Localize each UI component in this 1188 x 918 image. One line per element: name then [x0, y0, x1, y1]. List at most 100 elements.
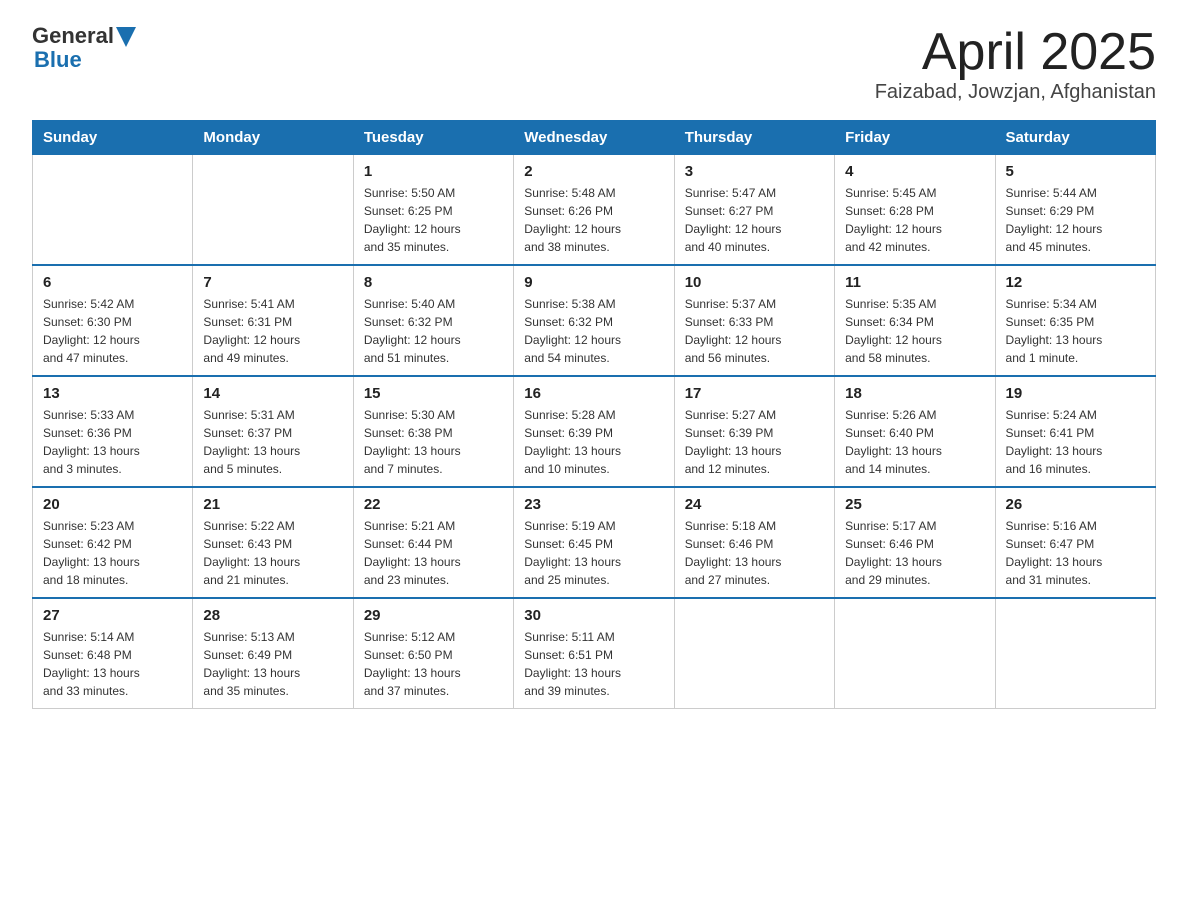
calendar-cell: 23 Sunrise: 5:19 AM Sunset: 6:45 PM Dayli…: [514, 487, 674, 598]
day-info: Sunrise: 5:24 AM Sunset: 6:41 PM Dayligh…: [1006, 406, 1145, 478]
calendar-cell: 18 Sunrise: 5:26 AM Sunset: 6:40 PM Dayli…: [835, 376, 995, 487]
calendar-week-row: 1 Sunrise: 5:50 AM Sunset: 6:25 PM Daylig…: [33, 155, 1156, 266]
calendar-cell: 27Sunrise: 5:14 AM Sunset: 6:48 PM Dayli…: [33, 598, 193, 709]
day-number: 17: [685, 385, 824, 402]
day-info: Sunrise: 5:12 AM Sunset: 6:50 PM Dayligh…: [364, 628, 503, 700]
calendar-cell: 8Sunrise: 5:40 AM Sunset: 6:32 PM Daylig…: [353, 265, 513, 376]
day-info: Sunrise: 5:38 AM Sunset: 6:32 PM Dayligh…: [524, 295, 663, 367]
calendar-cell: [674, 598, 834, 709]
weekday-header-friday: Friday: [835, 121, 995, 155]
day-info: Sunrise: 5:22 AM Sunset: 6:43 PM Dayligh…: [203, 517, 342, 589]
day-info: Sunrise: 5:21 AM Sunset: 6:44 PM Dayligh…: [364, 517, 503, 589]
day-number: 29: [364, 607, 503, 624]
weekday-header-monday: Monday: [193, 121, 353, 155]
day-info: Sunrise: 5:27 AM Sunset: 6:39 PM Dayligh…: [685, 406, 824, 478]
day-info: Sunrise: 5:11 AM Sunset: 6:51 PM Dayligh…: [524, 628, 663, 700]
weekday-header-sunday: Sunday: [33, 121, 193, 155]
day-number: 7: [203, 274, 342, 291]
calendar-cell: 7 Sunrise: 5:41 AM Sunset: 6:31 PM Daylig…: [193, 265, 353, 376]
calendar-table: SundayMondayTuesdayWednesdayThursdayFrid…: [32, 120, 1156, 709]
calendar-week-row: 13 Sunrise: 5:33 AM Sunset: 6:36 PM Dayli…: [33, 376, 1156, 487]
day-number: 6: [43, 274, 182, 291]
day-number: 2: [524, 163, 663, 180]
calendar-cell: 16 Sunrise: 5:28 AM Sunset: 6:39 PM Dayli…: [514, 376, 674, 487]
weekday-header-wednesday: Wednesday: [514, 121, 674, 155]
day-number: 12: [1006, 274, 1145, 291]
day-info: Sunrise: 5:47 AM Sunset: 6:27 PM Dayligh…: [685, 184, 824, 256]
logo-triangle-icon: [116, 27, 136, 47]
logo: General Blue: [32, 24, 136, 72]
day-number: 10: [685, 274, 824, 291]
day-number: 16: [524, 385, 663, 402]
day-number: 15: [364, 385, 503, 402]
day-info: Sunrise: 5:14 AM Sunset: 6:48 PM Dayligh…: [43, 628, 182, 700]
day-number: 20: [43, 496, 182, 513]
calendar-cell: 21Sunrise: 5:22 AM Sunset: 6:43 PM Dayli…: [193, 487, 353, 598]
day-info: Sunrise: 5:26 AM Sunset: 6:40 PM Dayligh…: [845, 406, 984, 478]
day-number: 22: [364, 496, 503, 513]
calendar-cell: 5 Sunrise: 5:44 AM Sunset: 6:29 PM Daylig…: [995, 155, 1155, 266]
calendar-cell: 20 Sunrise: 5:23 AM Sunset: 6:42 PM Dayli…: [33, 487, 193, 598]
calendar-cell: 14Sunrise: 5:31 AM Sunset: 6:37 PM Dayli…: [193, 376, 353, 487]
day-info: Sunrise: 5:30 AM Sunset: 6:38 PM Dayligh…: [364, 406, 503, 478]
day-number: 5: [1006, 163, 1145, 180]
day-info: Sunrise: 5:23 AM Sunset: 6:42 PM Dayligh…: [43, 517, 182, 589]
calendar-week-row: 20 Sunrise: 5:23 AM Sunset: 6:42 PM Dayli…: [33, 487, 1156, 598]
day-number: 24: [685, 496, 824, 513]
calendar-cell: 30 Sunrise: 5:11 AM Sunset: 6:51 PM Dayli…: [514, 598, 674, 709]
calendar-cell: 11Sunrise: 5:35 AM Sunset: 6:34 PM Dayli…: [835, 265, 995, 376]
calendar-cell: 25Sunrise: 5:17 AM Sunset: 6:46 PM Dayli…: [835, 487, 995, 598]
calendar-cell: [33, 155, 193, 266]
day-number: 26: [1006, 496, 1145, 513]
day-info: Sunrise: 5:28 AM Sunset: 6:39 PM Dayligh…: [524, 406, 663, 478]
calendar-cell: 2Sunrise: 5:48 AM Sunset: 6:26 PM Daylig…: [514, 155, 674, 266]
calendar-cell: [835, 598, 995, 709]
page-subtitle: Faizabad, Jowzjan, Afghanistan: [875, 81, 1156, 104]
day-number: 9: [524, 274, 663, 291]
day-number: 23: [524, 496, 663, 513]
calendar-week-row: 27Sunrise: 5:14 AM Sunset: 6:48 PM Dayli…: [33, 598, 1156, 709]
calendar-cell: [193, 155, 353, 266]
page-title: April 2025: [875, 24, 1156, 81]
day-number: 18: [845, 385, 984, 402]
calendar-cell: 24 Sunrise: 5:18 AM Sunset: 6:46 PM Dayli…: [674, 487, 834, 598]
day-info: Sunrise: 5:45 AM Sunset: 6:28 PM Dayligh…: [845, 184, 984, 256]
page-header: General Blue April 2025 Faizabad, Jowzja…: [32, 24, 1156, 104]
day-number: 14: [203, 385, 342, 402]
day-info: Sunrise: 5:13 AM Sunset: 6:49 PM Dayligh…: [203, 628, 342, 700]
calendar-cell: 4 Sunrise: 5:45 AM Sunset: 6:28 PM Daylig…: [835, 155, 995, 266]
day-number: 19: [1006, 385, 1145, 402]
calendar-cell: 12 Sunrise: 5:34 AM Sunset: 6:35 PM Dayli…: [995, 265, 1155, 376]
logo-blue: Blue: [34, 48, 136, 72]
day-info: Sunrise: 5:18 AM Sunset: 6:46 PM Dayligh…: [685, 517, 824, 589]
day-number: 30: [524, 607, 663, 624]
day-number: 25: [845, 496, 984, 513]
day-info: Sunrise: 5:34 AM Sunset: 6:35 PM Dayligh…: [1006, 295, 1145, 367]
day-info: Sunrise: 5:44 AM Sunset: 6:29 PM Dayligh…: [1006, 184, 1145, 256]
calendar-cell: 17 Sunrise: 5:27 AM Sunset: 6:39 PM Dayli…: [674, 376, 834, 487]
calendar-cell: 28 Sunrise: 5:13 AM Sunset: 6:49 PM Dayli…: [193, 598, 353, 709]
day-number: 4: [845, 163, 984, 180]
calendar-cell: 22 Sunrise: 5:21 AM Sunset: 6:44 PM Dayli…: [353, 487, 513, 598]
calendar-cell: 19 Sunrise: 5:24 AM Sunset: 6:41 PM Dayli…: [995, 376, 1155, 487]
day-info: Sunrise: 5:50 AM Sunset: 6:25 PM Dayligh…: [364, 184, 503, 256]
day-number: 1: [364, 163, 503, 180]
calendar-cell: 15 Sunrise: 5:30 AM Sunset: 6:38 PM Dayli…: [353, 376, 513, 487]
day-number: 8: [364, 274, 503, 291]
calendar-cell: [995, 598, 1155, 709]
calendar-cell: 26 Sunrise: 5:16 AM Sunset: 6:47 PM Dayli…: [995, 487, 1155, 598]
day-number: 28: [203, 607, 342, 624]
logo-general: General: [32, 24, 114, 48]
calendar-cell: 29 Sunrise: 5:12 AM Sunset: 6:50 PM Dayli…: [353, 598, 513, 709]
day-info: Sunrise: 5:33 AM Sunset: 6:36 PM Dayligh…: [43, 406, 182, 478]
day-info: Sunrise: 5:19 AM Sunset: 6:45 PM Dayligh…: [524, 517, 663, 589]
calendar-cell: 13 Sunrise: 5:33 AM Sunset: 6:36 PM Dayli…: [33, 376, 193, 487]
day-number: 13: [43, 385, 182, 402]
day-info: Sunrise: 5:16 AM Sunset: 6:47 PM Dayligh…: [1006, 517, 1145, 589]
day-info: Sunrise: 5:35 AM Sunset: 6:34 PM Dayligh…: [845, 295, 984, 367]
day-info: Sunrise: 5:41 AM Sunset: 6:31 PM Dayligh…: [203, 295, 342, 367]
calendar-cell: 3 Sunrise: 5:47 AM Sunset: 6:27 PM Daylig…: [674, 155, 834, 266]
day-number: 3: [685, 163, 824, 180]
calendar-cell: 6Sunrise: 5:42 AM Sunset: 6:30 PM Daylig…: [33, 265, 193, 376]
calendar-cell: 10Sunrise: 5:37 AM Sunset: 6:33 PM Dayli…: [674, 265, 834, 376]
